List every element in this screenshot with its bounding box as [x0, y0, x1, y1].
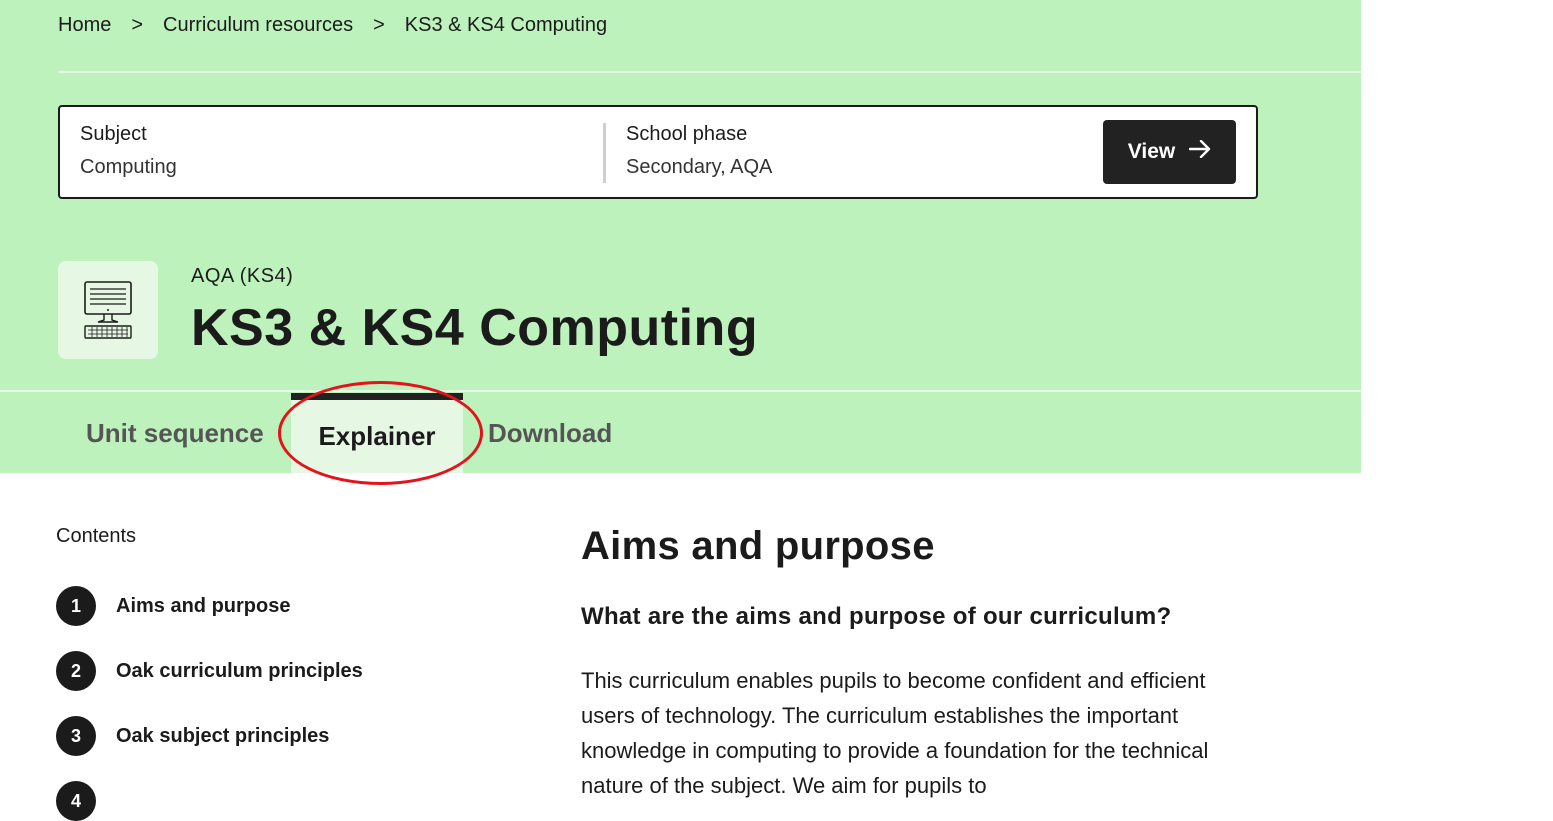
breadcrumb-curriculum-resources[interactable]: Curriculum resources [163, 14, 353, 37]
section-paragraph: This curriculum enables pupils to become… [581, 668, 1209, 798]
breadcrumb-home[interactable]: Home [58, 14, 111, 37]
toc-item-oak-subject-principles[interactable]: 3 Oak subject principles [56, 716, 329, 756]
subject-filter[interactable]: Subject Computing [80, 123, 177, 179]
breadcrumb-separator: > [373, 14, 385, 36]
section-subheading: What are the aims and purpose of our cur… [581, 603, 1172, 630]
subject-label: Subject [80, 123, 147, 145]
school-phase-filter[interactable]: School phase Secondary, AQA [626, 123, 772, 179]
view-button-label: View [1127, 140, 1176, 163]
view-button[interactable]: View [1103, 120, 1236, 184]
tab-unit-sequence[interactable]: Unit sequence [86, 393, 264, 473]
toc-label: Oak curriculum principles [116, 659, 363, 682]
toc-number: 1 [56, 586, 96, 626]
school-phase-value: Secondary, AQA [626, 156, 773, 178]
tab-bar: Unit sequence Explainer Download [0, 393, 1361, 473]
tab-download[interactable]: Download [488, 393, 612, 473]
tab-explainer[interactable]: Explainer [291, 393, 463, 473]
toc-item-oak-curriculum-principles[interactable]: 2 Oak curriculum principles [56, 651, 363, 691]
arrow-right-icon [1189, 139, 1211, 164]
toc-item-aims-and-purpose[interactable]: 1 Aims and purpose [56, 586, 290, 626]
toc-item-4[interactable]: 4 [56, 781, 116, 821]
curriculum-filter: Subject Computing School phase Secondary… [58, 105, 1258, 199]
toc-number: 2 [56, 651, 96, 691]
breadcrumb-separator: > [131, 14, 144, 36]
breadcrumb-current: KS3 & KS4 Computing [404, 14, 608, 36]
page-title: KS3 & KS4 Computing [191, 299, 759, 357]
divider [0, 390, 1361, 392]
divider [58, 71, 1361, 73]
computer-icon [58, 261, 158, 359]
toc-number: 4 [56, 781, 96, 821]
school-phase-label: School phase [626, 123, 748, 145]
section-heading: Aims and purpose [581, 524, 935, 568]
toc-label: Aims and purpose [116, 594, 291, 617]
toc-number: 3 [56, 716, 96, 756]
filter-divider [603, 123, 606, 183]
toc-label: Oak subject principles [116, 724, 330, 747]
breadcrumb: Home > Curriculum resources > KS3 & KS4 … [58, 14, 607, 37]
contents-label: Contents [56, 525, 137, 547]
exam-board-label: AQA (KS4) [191, 265, 294, 287]
subject-value: Computing [80, 156, 177, 178]
